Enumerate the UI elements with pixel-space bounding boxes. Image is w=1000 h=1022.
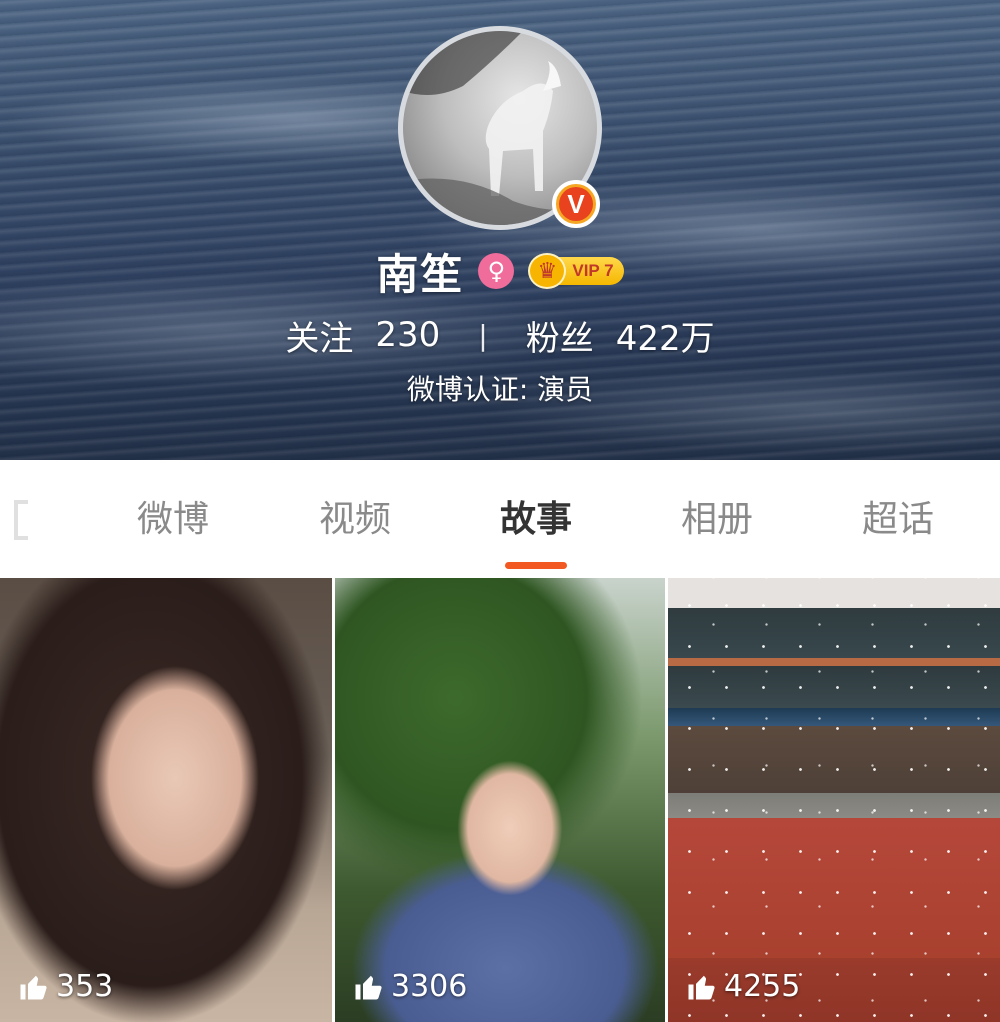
name-row: 南笙 ♀ ♛ VIP 7	[0, 242, 1000, 300]
vip-badge[interactable]: ♛ VIP 7	[528, 253, 624, 289]
tab-bar-overflow-edge	[14, 500, 28, 540]
following-stat[interactable]: 关注 230	[285, 311, 440, 360]
vip-label: VIP 7	[556, 257, 624, 285]
story-card[interactable]: 3306	[335, 578, 665, 1022]
active-tab-indicator	[505, 562, 567, 569]
following-label: 关注	[285, 318, 354, 359]
like-count-value: 4255	[724, 969, 801, 1004]
profile-name: 南笙	[376, 249, 465, 299]
followers-stat[interactable]: 粉丝 422万	[526, 311, 715, 360]
stats-row: 关注 230 | 粉丝 422万	[0, 308, 1000, 362]
followers-label: 粉丝	[525, 318, 594, 359]
verified-badge-label: V	[559, 187, 593, 221]
following-count: 230	[375, 315, 441, 355]
story-card[interactable]: 353	[0, 578, 332, 1022]
thumbs-up-icon	[688, 975, 715, 999]
tab-super-topics[interactable]: 超话	[838, 492, 958, 548]
snow-overlay	[668, 578, 1000, 1022]
female-icon: ♀	[478, 253, 515, 289]
tab-videos[interactable]: 视频	[295, 492, 415, 548]
story-grid: 353 3306 4255	[0, 578, 1000, 1022]
thumbs-up-icon	[20, 975, 47, 999]
verification-text: 微博认证: 演员	[406, 373, 594, 406]
tab-weibo[interactable]: 微博	[113, 492, 233, 548]
like-count: 4255	[686, 969, 800, 1004]
thumbs-up-icon	[355, 975, 382, 999]
tab-stories[interactable]: 故事	[476, 492, 596, 548]
like-count-value: 353	[56, 969, 114, 1004]
verified-badge-icon: V	[552, 180, 600, 228]
like-count-value: 3306	[391, 969, 468, 1004]
stats-separator: |	[478, 318, 488, 352]
tab-albums[interactable]: 相册	[657, 492, 777, 548]
followers-count: 422万	[615, 318, 715, 359]
like-count: 3306	[353, 969, 467, 1004]
story-card[interactable]: 4255	[668, 578, 1000, 1022]
like-count: 353	[18, 969, 113, 1004]
